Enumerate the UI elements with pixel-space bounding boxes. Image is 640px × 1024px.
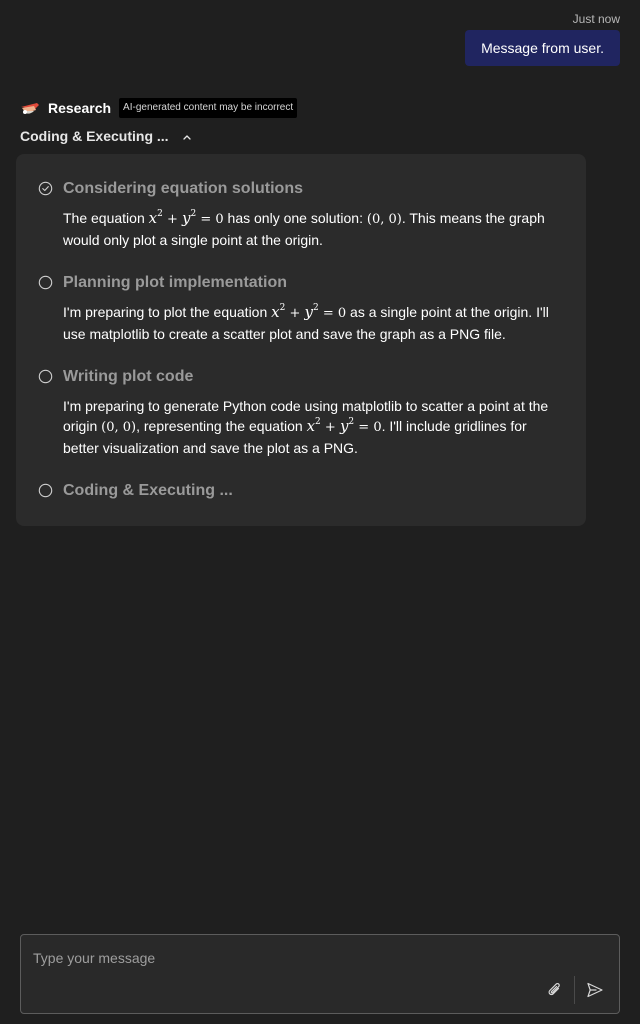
empty-circle-icon	[38, 369, 53, 384]
step-title: Planning plot implementation	[63, 274, 287, 291]
equation-math: x2 + y2 = 0	[148, 209, 224, 227]
equation-math: x2 + y2 = 0	[306, 417, 382, 435]
step-title: Coding & Executing ...	[63, 482, 233, 499]
step-body: I'm preparing to generate Python code us…	[63, 398, 549, 456]
origin-math: (0, 0)	[366, 212, 402, 227]
send-icon[interactable]	[584, 979, 606, 1001]
status-toggle[interactable]: Coding & Executing ...	[20, 126, 193, 146]
step-body: The equation x2 + y2 = 0 has only one so…	[63, 209, 545, 248]
origin-math: (0, 0)	[101, 420, 137, 435]
agent-header: Research AI-generated content may be inc…	[20, 97, 298, 119]
message-composer	[20, 934, 620, 1014]
chevron-up-icon	[181, 130, 193, 142]
research-boat-icon	[20, 98, 40, 118]
ai-disclaimer-badge: AI-generated content may be incorrect	[119, 98, 298, 118]
status-title: Coding & Executing ...	[20, 128, 169, 144]
message-timestamp: Just now	[572, 12, 620, 26]
composer-divider	[574, 976, 575, 1004]
message-input[interactable]	[33, 947, 593, 969]
agent-name: Research	[48, 100, 112, 116]
step-body: I'm preparing to plot the equation x2 + …	[63, 303, 549, 342]
empty-circle-icon	[38, 275, 53, 290]
chat-page: Just now Message from user. Research AI-…	[0, 0, 640, 1024]
user-message-bubble: Message from user.	[465, 30, 620, 66]
check-circle-icon	[38, 181, 53, 196]
steps-card: Considering equation solutions The equat…	[16, 154, 586, 526]
equation-math: x2 + y2 = 0	[271, 303, 347, 321]
paperclip-icon[interactable]	[545, 979, 565, 1001]
step-title: Writing plot code	[63, 368, 194, 385]
empty-circle-icon	[38, 483, 53, 498]
step-title: Considering equation solutions	[63, 180, 303, 197]
